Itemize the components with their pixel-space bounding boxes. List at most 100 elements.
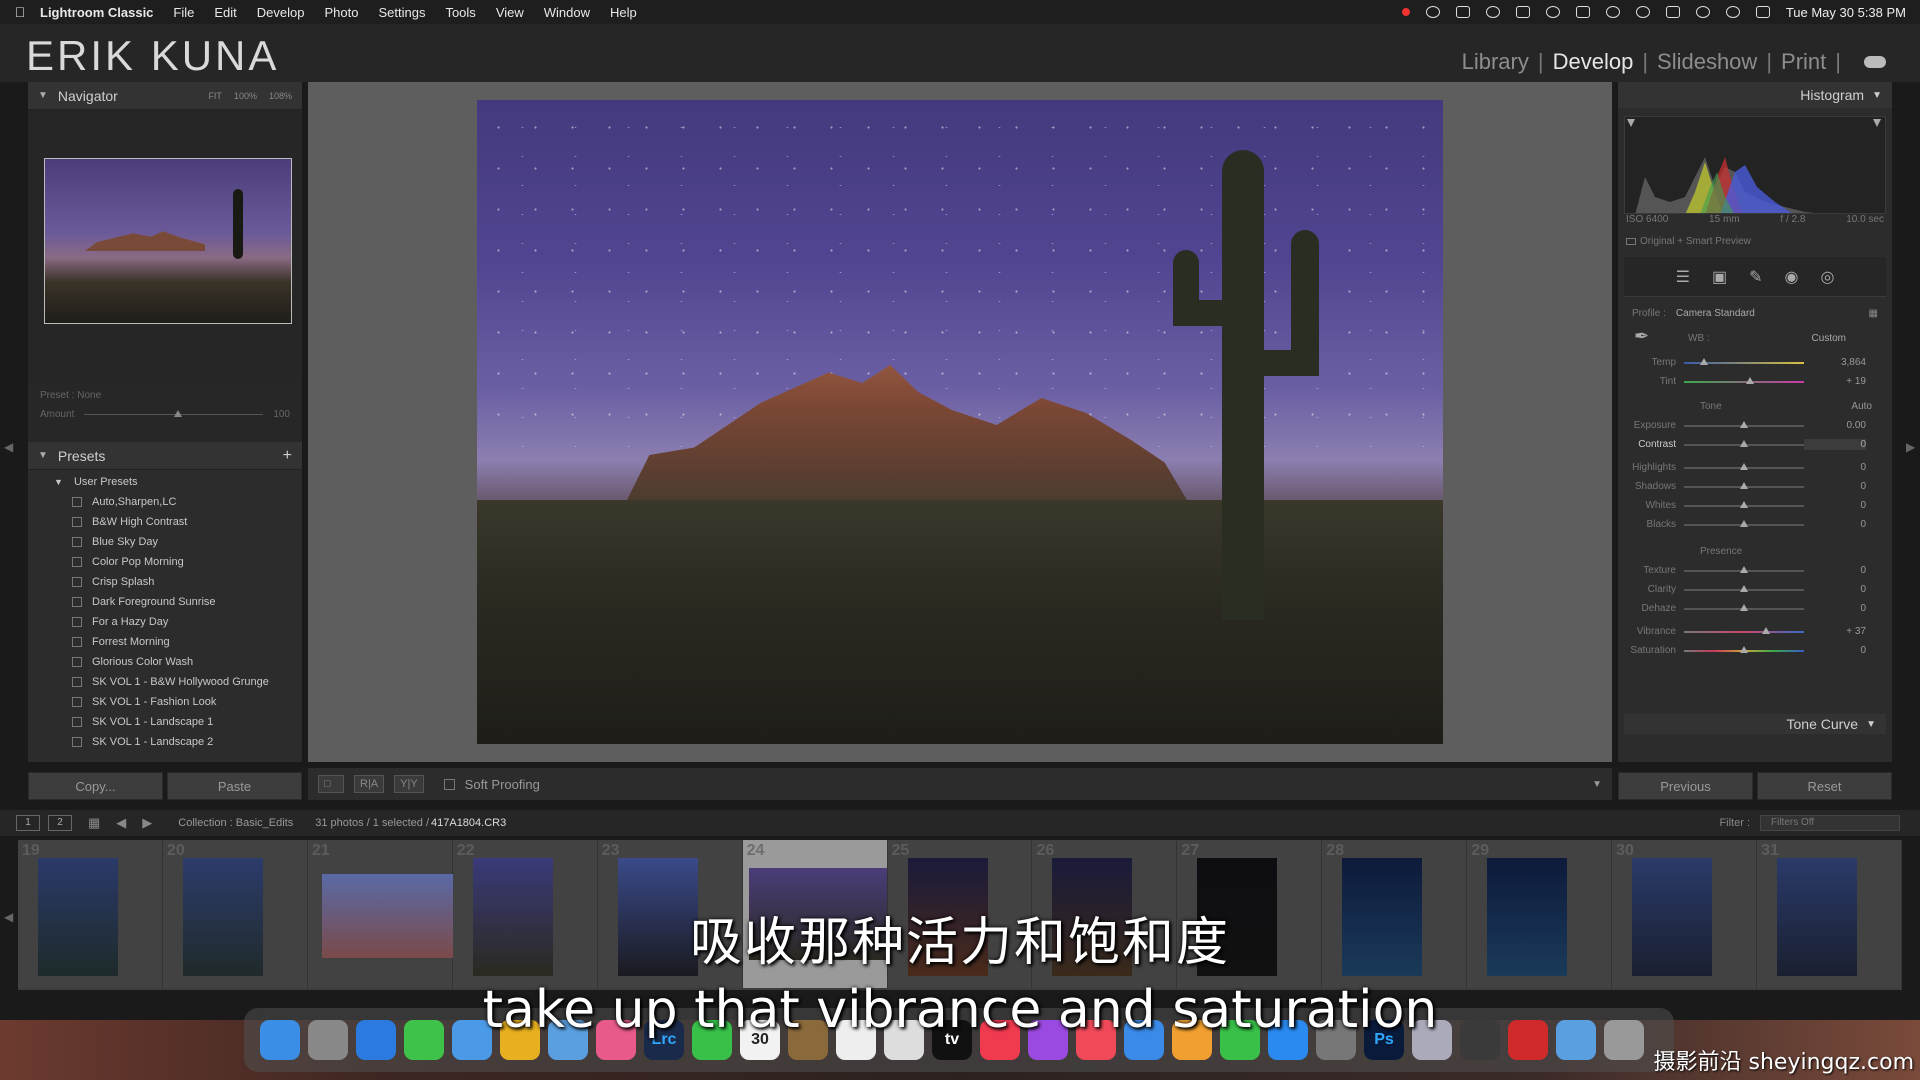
collection-label[interactable]: Collection : Basic_Edits bbox=[178, 817, 293, 829]
exposure-value[interactable]: 0.00 bbox=[1804, 420, 1866, 431]
menu-edit[interactable]: Edit bbox=[214, 5, 236, 20]
recording-indicator-icon[interactable] bbox=[1401, 8, 1410, 16]
left-panel-toggle-icon[interactable]: ◀ bbox=[4, 440, 13, 454]
flame-icon[interactable] bbox=[1605, 6, 1620, 18]
menu-help[interactable]: Help bbox=[610, 5, 637, 20]
filter-dropdown[interactable]: Filters Off bbox=[1760, 815, 1900, 831]
control-center-icon[interactable] bbox=[1755, 6, 1770, 18]
amount-slider[interactable] bbox=[84, 410, 264, 417]
preset-item[interactable]: SK VOL 1 - Landscape 2 bbox=[54, 732, 302, 752]
exposure-slider[interactable] bbox=[1684, 420, 1804, 428]
exposure-slider-knob[interactable] bbox=[1740, 420, 1748, 428]
preset-item[interactable]: B&W High Contrast bbox=[54, 512, 302, 532]
preset-item[interactable]: Forrest Morning bbox=[54, 632, 302, 652]
healing-icon[interactable]: ✎ bbox=[1749, 267, 1762, 287]
clarity-slider[interactable] bbox=[1684, 584, 1804, 592]
amount-slider-knob[interactable] bbox=[173, 410, 182, 417]
texture-slider-knob[interactable] bbox=[1740, 565, 1748, 573]
histogram-graph[interactable] bbox=[1624, 116, 1886, 214]
folder-triangle-icon[interactable]: ▼ bbox=[54, 477, 63, 487]
clarity-value[interactable]: 0 bbox=[1804, 584, 1866, 595]
upload-status-icon[interactable] bbox=[1485, 6, 1500, 18]
whites-value[interactable]: 0 bbox=[1804, 500, 1866, 511]
texture-value[interactable]: 0 bbox=[1804, 565, 1866, 576]
blacks-value[interactable]: 0 bbox=[1804, 519, 1866, 530]
saturation-value[interactable]: 0 bbox=[1804, 645, 1866, 656]
drive-status-icon[interactable] bbox=[1515, 6, 1530, 18]
spotlight-search-icon[interactable] bbox=[1725, 6, 1740, 18]
vibrance-slider-knob[interactable] bbox=[1761, 626, 1770, 634]
module-library[interactable]: Library bbox=[1462, 49, 1529, 75]
preset-item[interactable]: Auto,Sharpen,LC bbox=[54, 492, 302, 512]
copy-button[interactable]: Copy... bbox=[28, 772, 163, 800]
before-after-button[interactable]: R|A bbox=[354, 775, 385, 793]
toolbar-menu-icon[interactable]: ▼ bbox=[1592, 779, 1602, 790]
tint-slider[interactable] bbox=[1684, 376, 1804, 384]
collapse-triangle-icon[interactable]: ▼ bbox=[38, 90, 48, 101]
preset-item[interactable]: Blue Sky Day bbox=[54, 532, 302, 552]
add-preset-icon[interactable]: + bbox=[283, 447, 292, 465]
edit-sliders-icon[interactable]: ☰ bbox=[1676, 267, 1690, 287]
preset-item[interactable]: Glorious Color Wash bbox=[54, 652, 302, 672]
highlights-slider-knob[interactable] bbox=[1740, 462, 1748, 470]
selected-filename[interactable]: 417A1804.CR3 bbox=[431, 817, 506, 829]
zoom-fit[interactable]: FIT bbox=[208, 91, 222, 101]
temp-value[interactable]: 3,864 bbox=[1804, 357, 1866, 368]
presets-header[interactable]: ▼ Presets + bbox=[28, 442, 302, 470]
vibrance-slider[interactable] bbox=[1684, 626, 1804, 634]
contrast-value[interactable]: 0 bbox=[1804, 439, 1866, 450]
collapse-triangle-icon[interactable]: ▼ bbox=[38, 450, 48, 461]
wifi-icon[interactable] bbox=[1695, 6, 1710, 18]
dehaze-slider[interactable] bbox=[1684, 603, 1804, 611]
highlights-slider[interactable] bbox=[1684, 462, 1804, 470]
preset-item[interactable]: Color Pop Morning bbox=[54, 552, 302, 572]
before-after-mode-button[interactable]: Y|Y bbox=[394, 775, 424, 793]
preset-item[interactable]: SK VOL 1 - B&W Hollywood Grunge bbox=[54, 672, 302, 692]
previous-button[interactable]: Previous bbox=[1618, 772, 1753, 800]
temp-slider[interactable] bbox=[1684, 357, 1804, 365]
wb-dropdown[interactable]: Custom bbox=[1812, 333, 1846, 344]
tint-slider-knob[interactable] bbox=[1746, 376, 1754, 384]
shadows-slider[interactable] bbox=[1684, 481, 1804, 489]
temp-slider-knob[interactable] bbox=[1700, 357, 1709, 365]
highlights-value[interactable]: 0 bbox=[1804, 462, 1866, 473]
module-print[interactable]: Print bbox=[1781, 49, 1826, 75]
clarity-slider-knob[interactable] bbox=[1740, 584, 1748, 592]
menu-develop[interactable]: Develop bbox=[257, 5, 305, 20]
view-1-button[interactable]: 1 bbox=[16, 815, 40, 831]
battery-icon[interactable] bbox=[1665, 6, 1680, 18]
preset-item[interactable]: Crisp Splash bbox=[54, 572, 302, 592]
dehaze-slider-knob[interactable] bbox=[1740, 603, 1748, 611]
preset-item[interactable]: For a Hazy Day bbox=[54, 612, 302, 632]
redeye-icon[interactable]: ◉ bbox=[1784, 267, 1798, 287]
menu-tools[interactable]: Tools bbox=[445, 5, 475, 20]
back-arrow-icon[interactable]: ◀ bbox=[116, 815, 126, 831]
collapse-triangle-icon[interactable]: ▼ bbox=[1872, 90, 1882, 101]
auto-tone-button[interactable]: Auto bbox=[1851, 401, 1872, 412]
dehaze-value[interactable]: 0 bbox=[1804, 603, 1866, 614]
module-slideshow[interactable]: Slideshow bbox=[1657, 49, 1757, 75]
apple-menu-icon[interactable]:  bbox=[0, 4, 40, 20]
menu-file[interactable]: File bbox=[173, 5, 194, 20]
wb-eyedropper-icon[interactable]: ✒ bbox=[1634, 326, 1658, 350]
whites-slider[interactable] bbox=[1684, 500, 1804, 508]
tone-curve-header[interactable]: Tone Curve ▼ bbox=[1624, 714, 1886, 734]
preset-item[interactable]: SK VOL 1 - Fashion Look bbox=[54, 692, 302, 712]
saturation-slider[interactable] bbox=[1684, 645, 1804, 653]
zoom-100[interactable]: 100% bbox=[234, 91, 257, 101]
grid-view-icon[interactable]: ▦ bbox=[88, 815, 100, 831]
navigator-preview[interactable] bbox=[44, 158, 292, 324]
preset-item[interactable]: Dark Foreground Sunrise bbox=[54, 592, 302, 612]
display-icon[interactable] bbox=[1575, 6, 1590, 18]
menu-clock[interactable]: Tue May 30 5:38 PM bbox=[1786, 5, 1906, 20]
shadows-value[interactable]: 0 bbox=[1804, 481, 1866, 492]
smart-preview-status[interactable]: Original + Smart Preview bbox=[1626, 236, 1884, 247]
navigator-header[interactable]: ▼ Navigator FIT 100% 108% bbox=[28, 82, 302, 110]
menu-settings[interactable]: Settings bbox=[378, 5, 425, 20]
paste-button[interactable]: Paste bbox=[167, 772, 302, 800]
menu-window[interactable]: Window bbox=[544, 5, 590, 20]
creative-cloud-icon[interactable] bbox=[1545, 6, 1560, 18]
app-menu[interactable]: Lightroom Classic bbox=[40, 5, 153, 20]
tint-value[interactable]: + 19 bbox=[1804, 376, 1866, 387]
texture-slider[interactable] bbox=[1684, 565, 1804, 573]
